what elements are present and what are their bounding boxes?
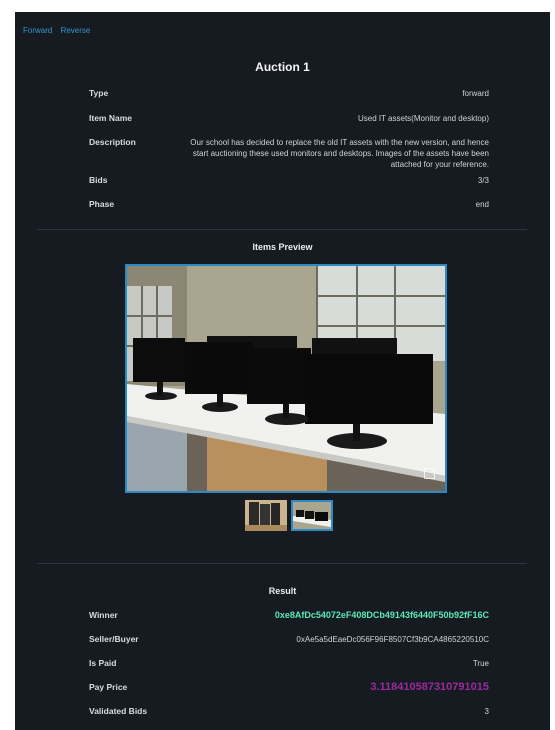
bids-value: 3/3 (477, 176, 489, 185)
item-preview-image[interactable] (125, 264, 447, 493)
type-label: Type (89, 88, 109, 98)
top-nav: Forward Reverse (23, 26, 96, 35)
is-paid-value: True (472, 659, 489, 668)
pay-price-value: 3.118410587310791015 (370, 681, 489, 693)
phase-value: end (475, 200, 489, 209)
forward-link[interactable]: Forward (23, 26, 52, 35)
validated-bids-label: Validated Bids (89, 706, 148, 716)
reverse-link[interactable]: Reverse (61, 26, 91, 35)
type-row: Type forward (89, 88, 489, 99)
seller-buyer-address: 0xAe5a5dEaeDc056F96F8507Cf3b9CA486522051… (296, 635, 489, 644)
auction-panel: Forward Reverse Auction 1 Type forward I… (15, 12, 550, 730)
is-paid-row: Is Paid True (89, 658, 489, 669)
items-preview-title: Items Preview (252, 242, 313, 252)
desktops-thumbnail-image (245, 500, 287, 531)
divider-top (37, 229, 527, 230)
thumbnail-strip (245, 500, 333, 531)
bids-row: Bids 3/3 (89, 175, 489, 186)
winner-address: 0xe8AfDc54072eF408DCb49143f6440F50b92fF1… (274, 610, 489, 620)
expand-icon[interactable] (424, 468, 435, 479)
validated-bids-row: Validated Bids 3 (89, 706, 489, 717)
validated-bids-value: 3 (484, 707, 489, 716)
winner-row: Winner 0xe8AfDc54072eF408DCb49143f6440F5… (89, 610, 489, 621)
winner-label: Winner (89, 610, 118, 620)
is-paid-label: Is Paid (89, 658, 117, 668)
item-name-label: Item Name (89, 113, 132, 123)
monitors-photo (127, 266, 445, 491)
description-row: Description Our school has decided to re… (89, 137, 489, 170)
pay-price-row: Pay Price 3.118410587310791015 (89, 682, 489, 693)
phase-label: Phase (89, 199, 115, 209)
result-title: Result (268, 586, 297, 596)
auction-title: Auction 1 (255, 60, 310, 74)
thumbnail-1[interactable] (245, 500, 287, 531)
monitors-thumbnail-image (293, 502, 331, 529)
item-name-row: Item Name Used IT assets(Monitor and des… (89, 113, 489, 124)
divider-bottom (37, 563, 527, 564)
bids-label: Bids (89, 175, 108, 185)
phase-row: Phase end (89, 199, 489, 210)
pay-price-label: Pay Price (89, 682, 128, 692)
thumbnail-2[interactable] (291, 500, 333, 531)
seller-buyer-row: Seller/Buyer 0xAe5a5dEaeDc056F96F8507Cf3… (89, 634, 489, 645)
type-value: forward (462, 89, 489, 98)
description-value: Our school has decided to replace the ol… (190, 138, 489, 169)
item-name-value: Used IT assets(Monitor and desktop) (357, 114, 489, 123)
description-label: Description (89, 137, 136, 147)
seller-buyer-label: Seller/Buyer (89, 634, 139, 644)
